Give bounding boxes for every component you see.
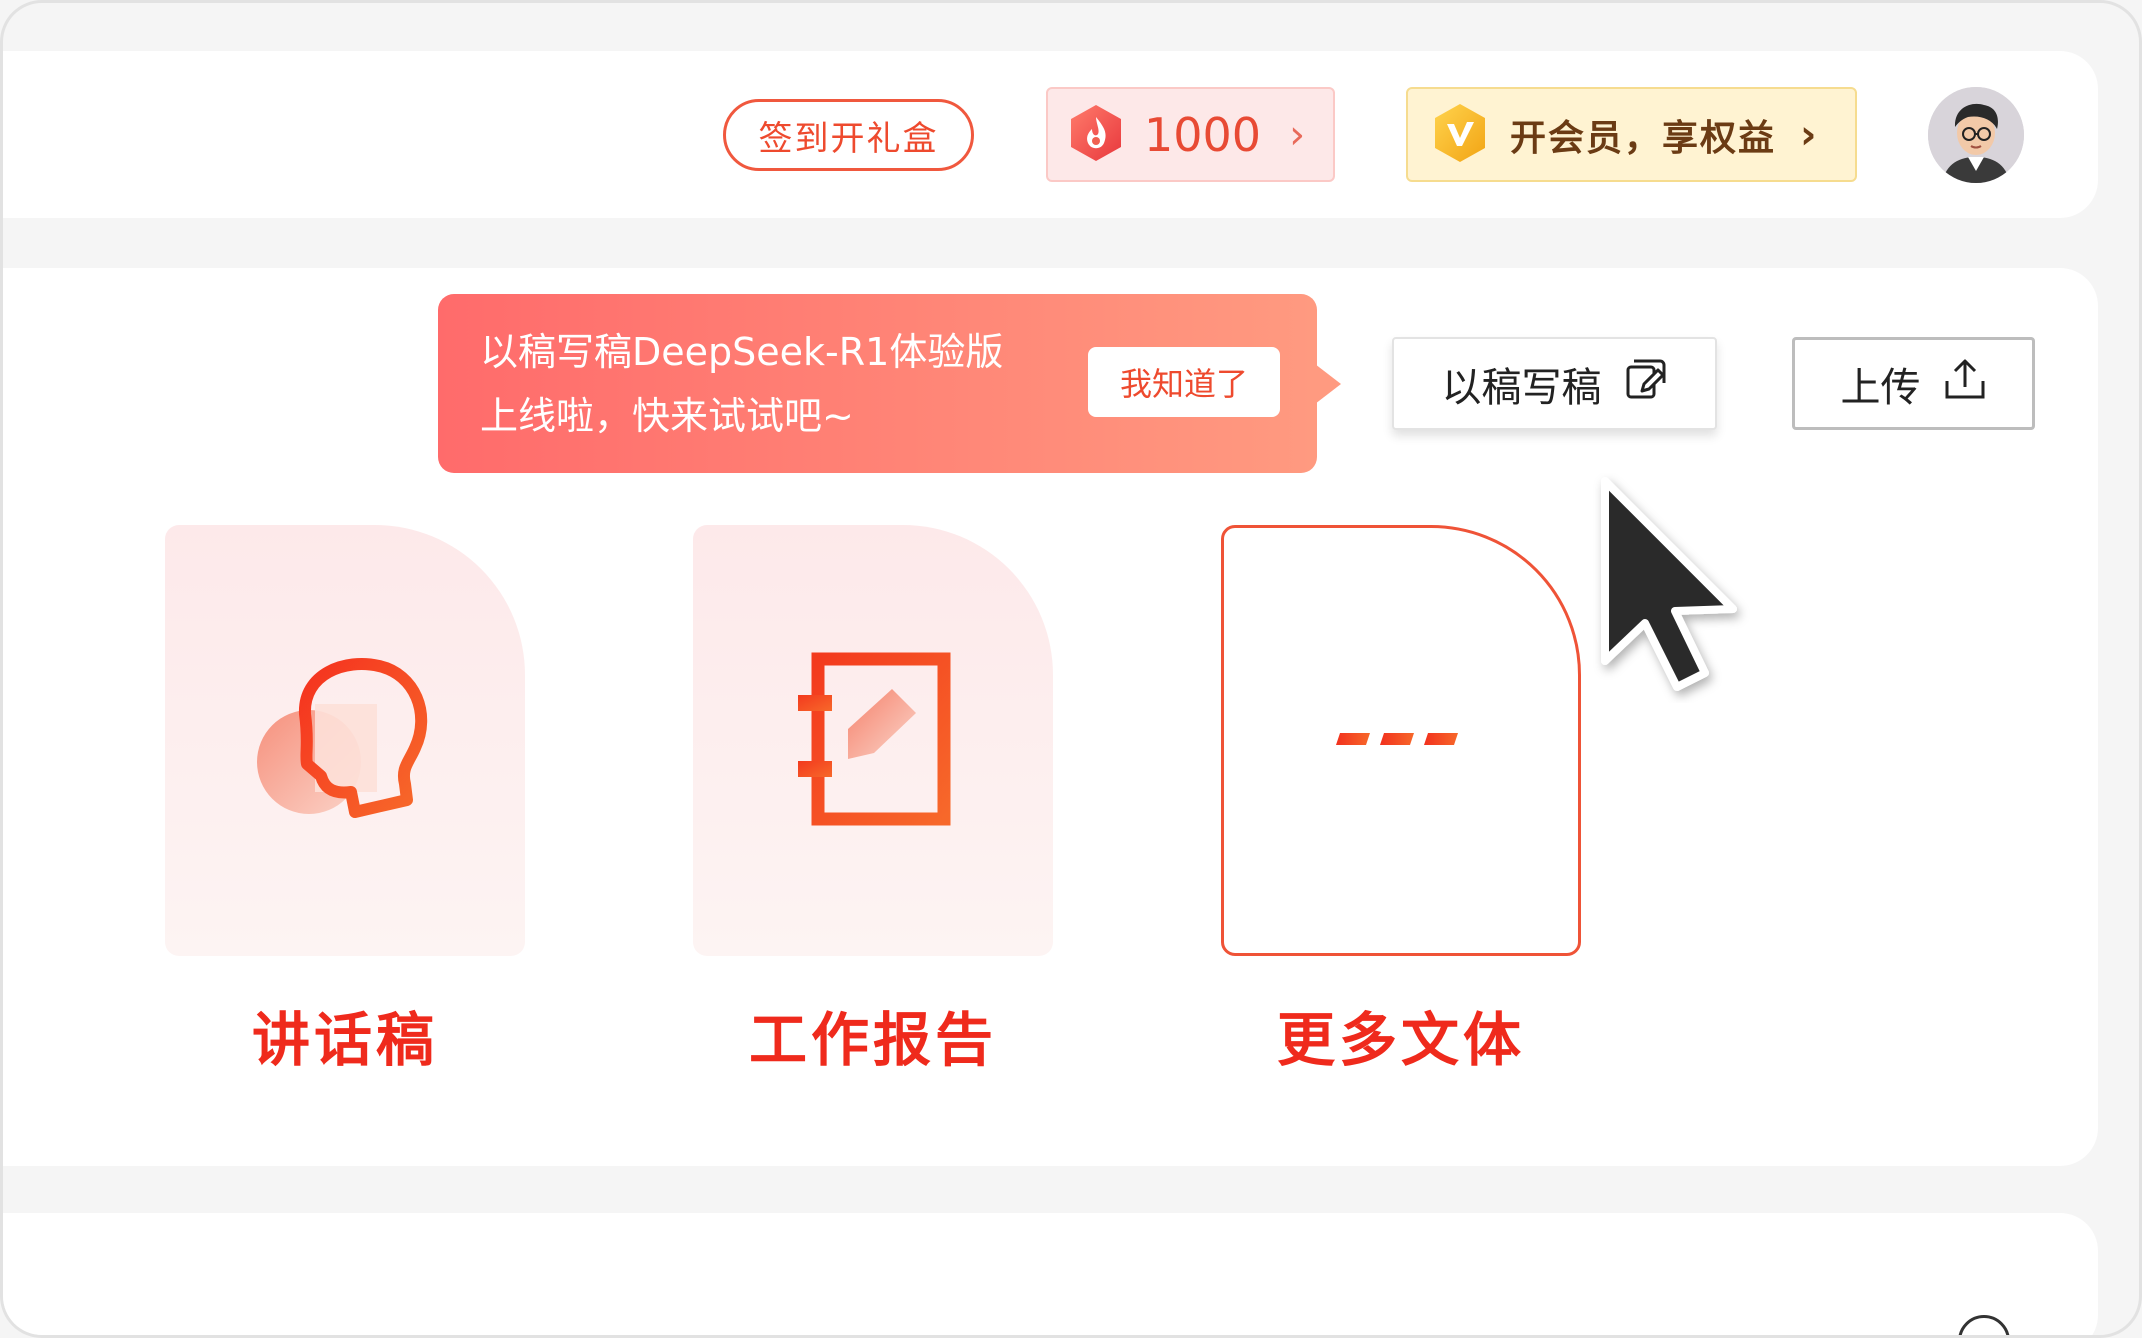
upload-button[interactable]: 上传: [1792, 337, 2035, 430]
checkin-gift-button[interactable]: 签到开礼盒: [723, 99, 974, 171]
speech-head-icon: [255, 644, 435, 838]
card-label-speech: 讲话稿: [251, 1006, 438, 1074]
chevron-right-icon: ›: [1289, 111, 1306, 158]
vip-label: 开会员，享权益: [1510, 117, 1777, 159]
vip-membership-button[interactable]: 开会员，享权益 ›: [1406, 87, 1857, 182]
flame-coin-icon: [1068, 103, 1124, 167]
card-speech-draft[interactable]: [165, 525, 525, 956]
app-window: 签到开礼盒 1000 › 开会员，享权益 › 以稿写稿DeepSeek-R1体验…: [0, 0, 2142, 1338]
card-work-report[interactable]: [693, 525, 1053, 956]
card-label-more-genres: 更多文体: [1276, 1006, 1525, 1074]
chevron-right-icon: ›: [1800, 111, 1817, 158]
notebook-pen-icon: [788, 649, 958, 833]
vip-badge-icon: [1432, 102, 1488, 168]
dashes-more-icon: [1336, 729, 1466, 753]
mouse-pointer-icon: [1593, 473, 1753, 703]
bottom-panel: [3, 1213, 2098, 1335]
write-from-draft-button[interactable]: 以稿写稿: [1392, 337, 1717, 430]
feature-announcement-tooltip: 以稿写稿DeepSeek-R1体验版 上线啦，快来试试吧~ 我知道了: [438, 294, 1341, 473]
edit-document-icon: [1624, 357, 1668, 411]
upload-icon: [1943, 355, 1987, 413]
points-value: 1000: [1144, 107, 1262, 162]
upload-label: 上传: [1840, 364, 1921, 411]
card-more-genres[interactable]: [1221, 525, 1581, 956]
checkin-label: 签到开礼盒: [758, 118, 939, 159]
write-from-draft-label: 以稿写稿: [1441, 364, 1602, 411]
tooltip-arrow: [1315, 364, 1341, 404]
user-avatar[interactable]: [1928, 87, 2024, 183]
got-it-button[interactable]: 我知道了: [1088, 347, 1280, 417]
card-label-work-report: 工作报告: [748, 1006, 997, 1074]
points-balance-button[interactable]: 1000 ›: [1046, 87, 1335, 182]
